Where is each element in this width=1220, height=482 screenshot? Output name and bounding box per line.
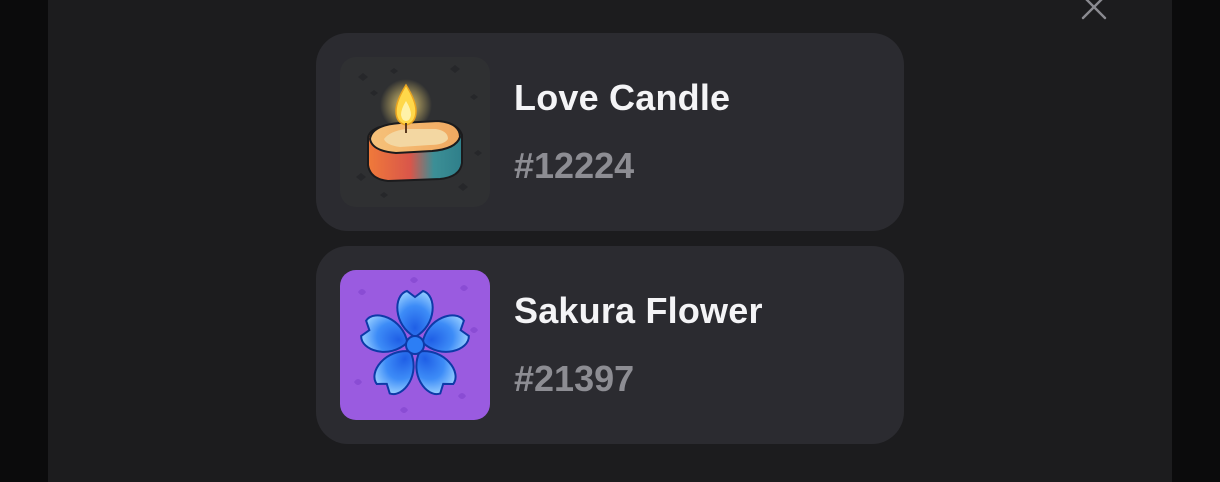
gift-thumbnail bbox=[340, 270, 490, 420]
close-icon bbox=[1081, 0, 1107, 20]
close-button[interactable] bbox=[1077, 0, 1111, 24]
gift-number: #12224 bbox=[514, 145, 635, 186]
flower-icon bbox=[340, 270, 490, 420]
gift-name: Love Candle bbox=[514, 77, 731, 118]
gift-thumbnail bbox=[340, 57, 490, 207]
gift-name: Sakura Flower bbox=[514, 290, 763, 331]
gift-item-card[interactable]: Sakura Flower #21397 bbox=[316, 246, 904, 444]
gift-number: #21397 bbox=[514, 358, 635, 399]
gift-item-card[interactable]: Love Candle #12224 bbox=[316, 33, 904, 231]
candle-icon bbox=[340, 57, 490, 207]
